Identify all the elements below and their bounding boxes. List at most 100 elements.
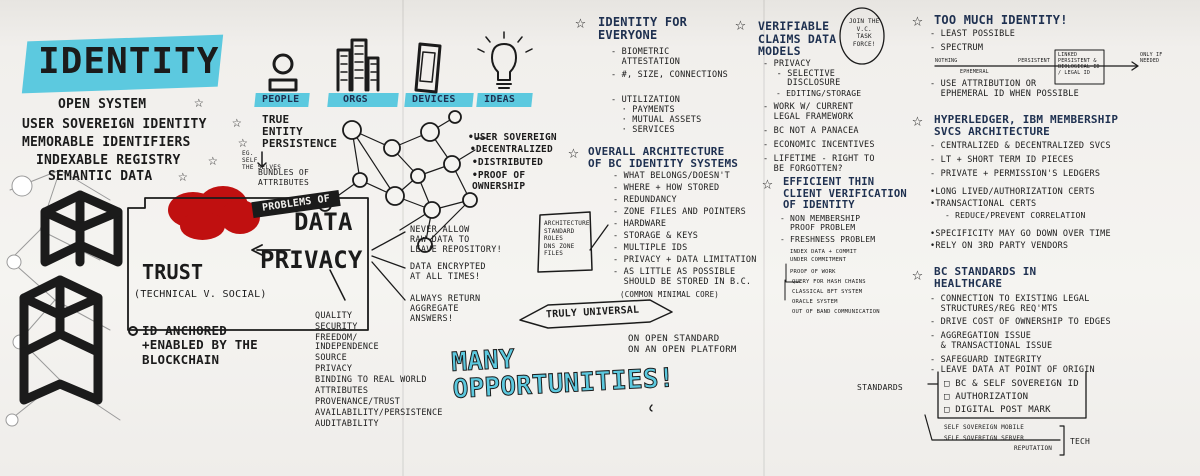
hyperledger-item: - PRIVATE + PERMISSION'S LEDGERS <box>930 169 1101 179</box>
quality-item: SOURCE <box>315 353 347 363</box>
identity-everyone-title: IDENTITY for EVERYONE <box>598 15 688 43</box>
tech-item: SELF SOVEREIGN SERVER <box>944 435 1025 442</box>
efficient-title: EFFICIENT THIN CLIENT VERIFICATION of ID… <box>783 176 907 212</box>
network-prop: •PROOF of OWNERSHIP <box>472 170 526 192</box>
blockchain-cubes <box>19 190 123 405</box>
hyperledger-item: - REDUCE/PREVENT CORRELATION <box>930 211 1086 220</box>
arch-item: - PRIVACY + DATA LIMITATION <box>613 255 757 265</box>
spectrum-label: LINKED PERSISTENT & BIOLOGICAL ID / LEGA… <box>1058 52 1100 76</box>
quality-item: PRIVACY <box>315 364 353 374</box>
verifiable-item: - PRIVACY <box>763 59 811 69</box>
hyperledger-item: •RELY on 3RD PARTY VENDORS <box>930 241 1069 251</box>
quality-item: BINDING to REAL WORLD <box>315 375 427 385</box>
arch-item: - REDUNDANCY <box>613 195 677 205</box>
hyperledger-item: •TRANSACTIONAL CERTS <box>930 199 1037 209</box>
quality-item: AUDITABILITY <box>315 419 379 429</box>
arch-item: (COMMON MINIMAL CORE) <box>620 290 720 299</box>
quality-item: QUALITY <box>315 311 353 321</box>
star-icon: ☆ <box>735 14 747 35</box>
healthcare-item: - LEAVE DATA at POINT of ORIGIN <box>930 365 1095 375</box>
healthcare-item: - AGGREGATION ISSUE & TRANSACTIONAL ISSU… <box>930 331 1053 351</box>
hyperledger-item: - LT + SHORT TERM ID PIECES <box>930 155 1074 165</box>
trust-word: TRUST <box>142 260 204 284</box>
true-entity-note: TRUE ENTITY PERSISTENCE <box>262 113 338 151</box>
side-note: Eg. SELF THE SELVES <box>242 150 282 172</box>
data-word: DATA <box>294 208 353 236</box>
privacy-rule: NEVER ALLOW RAW DATA to LEAVE REPOSITORY… <box>410 225 503 256</box>
identity-everyone-item: · MUTUAL ASSETS <box>611 115 702 125</box>
identity-everyone-item: - BIOMETRIC ATTESTATION <box>611 47 681 67</box>
quality-item: AVAILABILITY/PERSISTENCE <box>315 408 443 418</box>
verifiable-item: - EDITING/STORAGE <box>766 89 862 98</box>
trust-sub: (TECHNICAL v. SOCIAL) <box>134 289 267 300</box>
verifiable-item: - SELECTIVE DISCLOSURE <box>776 69 841 89</box>
quality-item: ATTRIBUTES <box>315 386 369 396</box>
architecture-box: ARCHITECTURE STANDARD ROLES DNS ZONE FIL… <box>544 220 590 257</box>
arch-item: - WHERE + HOW STORED <box>613 183 720 193</box>
verifiable-item: - LIFETIME - RIGHT to BE FORGOTTEN? <box>763 154 875 174</box>
quality-item: SECURITY <box>315 322 358 332</box>
system-item: USER SOVEREIGN IDENTITY <box>22 117 207 132</box>
verifiable-item: - BC not a PANACEA <box>763 126 859 136</box>
efficient-small: PROOF of WORK <box>790 269 836 275</box>
join-vc-task-force: JOIN the V.C. TASK FORCE! <box>849 18 880 48</box>
many-opportunities: MANY OPPORTUNITIES! <box>450 344 676 406</box>
network-prop: •USER SOVEREIGN <box>468 132 557 143</box>
system-item: MEMORABLE IDENTIFIERS <box>22 135 191 150</box>
healthcare-title: BC STANDARDS in HEALTHCARE <box>934 265 1037 291</box>
efficient-small: INDEX DATA + COMMIT <box>790 249 857 255</box>
arch-item: - ZONE FILES and POINTERS <box>613 207 746 217</box>
tech-label: TECH <box>1070 437 1091 446</box>
efficient-small: OUT of BAND COMMUNICATION <box>792 309 880 315</box>
system-item: INDEXABLE REGISTRY <box>36 153 181 168</box>
spectrum-label: ONLY if NEEDED <box>1140 52 1163 64</box>
identity-everyone-item: - #, SIZE, CONNECTIONS <box>611 70 728 80</box>
efficient-small: ORACLE SYSTEM <box>792 299 838 305</box>
arch-item: - MULTIPLE IDs <box>613 243 688 253</box>
standards-item: □ DIGITAL POST MARK <box>944 405 1051 415</box>
star-icon: ☆ <box>232 112 242 131</box>
anchored-note: ID ANCHORED +ENABLED BY the BLOCKCHAIN <box>142 323 258 367</box>
star-icon: ☆ <box>208 150 218 169</box>
hyperledger-item: •SPECIFICITY MAY GO DOWN OVER TIME <box>930 229 1111 239</box>
healthcare-item: - SAFEGUARD INTEGRITY <box>930 355 1042 365</box>
star-icon: ☆ <box>912 10 924 31</box>
healthcare-item: - CONNECTION to EXISTING LEGAL STRUCTURE… <box>930 294 1090 314</box>
healthcare-item: - DRIVE COST of OWNERSHIP to EDGES <box>930 317 1111 327</box>
star-icon: ☆ <box>178 166 188 185</box>
efficient-item: - FRESHNESS PROBLEM <box>780 235 876 244</box>
arch-item: - AS LITTLE AS POSSIBLE SHOULD BE STORED… <box>613 267 752 287</box>
star-icon: ☆ <box>194 92 204 111</box>
overall-arch-title: OVERALL ARCHITECTURE of BC IDENTITY SYST… <box>588 145 739 171</box>
spectrum-label: PERSISTENT <box>1018 58 1051 64</box>
efficient-item: - NON MEMBERSHIP PROOF PROBLEM <box>780 214 861 233</box>
entity-label: IDEAS <box>484 94 516 105</box>
star-icon: ☆ <box>912 264 924 285</box>
efficient-small: CLASSICAL BFT SYSTEM <box>792 289 863 295</box>
hyperledger-item: •LONG LIVED/AUTHORIZATION CERTS <box>930 187 1095 197</box>
standards-item: □ BC & SELF SOVEREIGN ID <box>944 379 1079 389</box>
star-icon: ☆ <box>575 12 587 33</box>
entity-label: DEVICES <box>412 94 456 105</box>
verifiable-item: - WORK w/ CURRENT LEGAL FRAMEWORK <box>763 102 854 122</box>
network-prop: •DECENTRALIZED <box>470 144 553 155</box>
spectrum-label: EPHEMERAL <box>960 69 989 75</box>
network-prop: •DISTRIBUTED <box>472 157 544 168</box>
system-item: SEMANTIC DATA <box>48 169 153 184</box>
too-much-item: - SPECTRUM <box>930 43 984 53</box>
standards-item: □ AUTHORIZATION <box>944 392 1029 402</box>
star-icon: ☆ <box>238 132 248 151</box>
privacy-rule: ALWAYS RETURN AGGREGATE ANSWERS! <box>410 294 481 325</box>
privacy-word: PRIVACY <box>260 246 363 274</box>
identity-everyone-item: - UTILIZATION <box>611 95 681 105</box>
standards-label: STANDARDS <box>857 383 904 392</box>
verifiable-title: VERIFIABLE CLAIMS DATA MODELS <box>758 19 837 59</box>
verifiable-item: - ECONOMIC INCENTIVES <box>763 140 875 150</box>
efficient-small: UNDER COMMITMENT <box>790 257 847 263</box>
privacy-rule: DATA ENCRYPTED at ALL TIMES! <box>410 262 486 283</box>
arch-item: - HARDWARE <box>613 219 667 229</box>
sketchnote-board: IDENTITY OPEN SYSTEM USER SOVEREIGN IDEN… <box>0 0 1200 476</box>
star-icon: ☆ <box>568 142 580 163</box>
system-item: OPEN SYSTEM <box>58 97 147 112</box>
title: IDENTITY <box>38 41 220 82</box>
